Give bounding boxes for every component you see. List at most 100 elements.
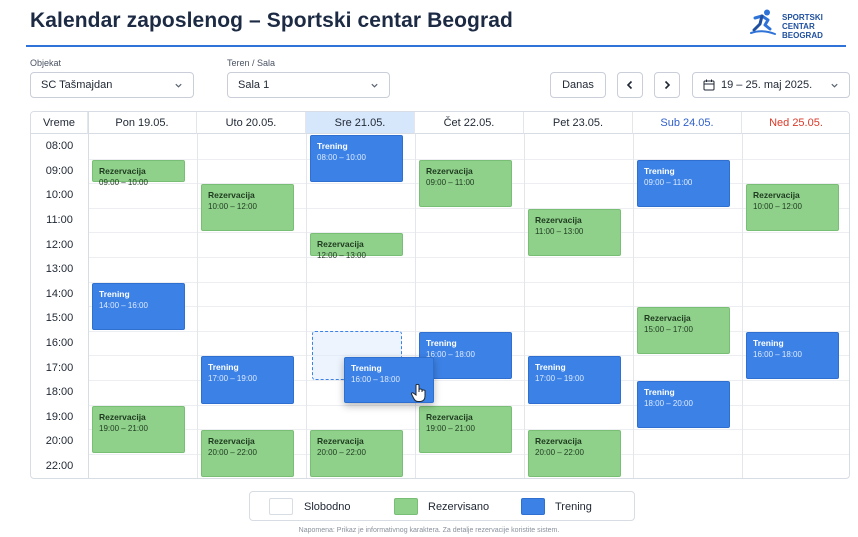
day-header[interactable]: Sre 21.05.: [306, 112, 415, 134]
event-time: 19:00 – 21:00: [99, 423, 148, 433]
reservation-event[interactable]: Rezervacija 11:00 – 13:00: [528, 208, 621, 256]
hour-label: 10:00: [45, 189, 74, 202]
runner-logo-icon: [750, 9, 776, 35]
time-column-divider: [88, 112, 89, 478]
event-time: 20:00 – 22:00: [208, 448, 257, 458]
legend-label-training: Trening: [555, 501, 592, 513]
reservation-event[interactable]: Rezervacija 10:00 – 12:00: [746, 184, 839, 232]
objekat-select[interactable]: SC Tašmajdan: [30, 72, 194, 98]
reservation-event[interactable]: Rezervacija 19:00 – 21:00: [419, 405, 512, 453]
legend-swatch-training: [521, 498, 545, 515]
event-time: 12:00 – 13:00: [317, 251, 366, 261]
event-time: 15:00 – 17:00: [644, 325, 693, 335]
logo-line-1: SPORTSKI CENTAR: [782, 13, 823, 31]
calendar-icon: [703, 79, 715, 91]
event-title: Rezervacija: [208, 190, 255, 201]
event-title: Trening: [644, 165, 675, 176]
training-event[interactable]: Trening 08:00 – 10:00: [310, 135, 403, 183]
hour-label: 15:00: [45, 312, 74, 325]
day-column-divider: [742, 134, 743, 478]
event-title: Trening: [317, 141, 348, 151]
logo: SPORTSKI CENTAR BEOGRAD: [748, 8, 854, 40]
day-column-divider: [415, 134, 416, 478]
day-column-divider: [633, 134, 634, 478]
event-title: Rezervacija: [426, 165, 473, 176]
training-event[interactable]: Trening 17:00 – 19:00: [528, 356, 621, 404]
objekat-value: SC Tašmajdan: [41, 79, 113, 91]
hour-label: 12:00: [45, 238, 74, 251]
event-title: Trening: [208, 362, 239, 373]
event-time: 20:00 – 22:00: [535, 448, 584, 458]
chevron-down-icon: [831, 83, 838, 88]
hour-label: 22:00: [45, 460, 74, 473]
event-time: 09:00 – 10:00: [99, 177, 148, 187]
event-title: Trening: [426, 337, 457, 348]
reservation-event[interactable]: Rezervacija 12:00 – 13:00: [310, 233, 403, 260]
training-event[interactable]: Trening 17:00 – 19:00: [201, 356, 294, 404]
event-time: 11:00 – 13:00: [535, 226, 584, 236]
page-title: Kalendar zaposlenog – Sportski centar Be…: [30, 9, 513, 32]
hour-gridline: [88, 232, 849, 234]
title-divider: [26, 45, 846, 47]
reservation-event[interactable]: Rezervacija 20:00 – 22:00: [310, 430, 403, 478]
reservation-event[interactable]: Rezervacija 09:00 – 10:00: [92, 159, 185, 187]
day-header[interactable]: Uto 20.05.: [197, 112, 306, 134]
event-title: Rezervacija: [99, 165, 146, 176]
event-title: Trening: [644, 387, 675, 397]
event-title: Rezervacija: [535, 436, 582, 447]
hour-label: 08:00: [45, 140, 74, 153]
hour-label: 16:00: [45, 337, 74, 350]
today-button[interactable]: Danas: [550, 72, 606, 98]
training-event[interactable]: Trening 18:00 – 20:00: [637, 381, 730, 429]
training-event[interactable]: Trening 16:00 – 18:00: [746, 331, 839, 379]
day-column-divider: [306, 134, 307, 478]
event-time: 18:00 – 20:00: [644, 399, 693, 408]
teren-label: Teren / Sala: [227, 58, 276, 68]
legend: Slobodno Rezervisano Trening: [249, 491, 635, 521]
reservation-event[interactable]: Rezervacija 20:00 – 22:00: [201, 430, 294, 478]
hour-label: 20:00: [45, 435, 74, 448]
legend-swatch-reserved: [394, 498, 418, 515]
objekat-label: Objekat: [30, 58, 62, 68]
prev-week-button[interactable]: [617, 72, 643, 98]
day-header[interactable]: Ned 25.05.: [742, 112, 849, 134]
hour-label: 19:00: [45, 410, 74, 423]
day-header[interactable]: Pet 23.05.: [524, 112, 633, 134]
day-header[interactable]: Sub 24.05.: [633, 112, 742, 134]
reservation-event[interactable]: Rezervacija 15:00 – 17:00: [637, 307, 730, 355]
event-time: 19:00 – 21:00: [426, 423, 475, 433]
day-header[interactable]: Pon 19.05.: [88, 112, 197, 134]
week-calendar: Vreme Pon 19.05. Uto 20.05. Sre 21.05. Čet …: [30, 111, 850, 479]
training-event[interactable]: Trening 14:00 – 16:00: [92, 282, 185, 330]
event-time: 10:00 – 12:00: [753, 202, 802, 212]
hour-label: 18:00: [45, 386, 74, 399]
legend-swatch-free: [269, 498, 293, 515]
next-week-button[interactable]: [654, 72, 680, 98]
time-column-header: Vreme: [31, 112, 88, 134]
event-title: Trening: [535, 362, 566, 373]
event-title: Rezervacija: [99, 411, 146, 422]
event-time: 16:00 – 18:00: [426, 349, 475, 359]
reservation-event[interactable]: Rezervacija 19:00 – 21:00: [92, 405, 185, 453]
event-time: 14:00 – 16:00: [99, 300, 148, 310]
chevron-down-icon: [175, 83, 182, 88]
reservation-event[interactable]: Rezervacija 10:00 – 12:00: [201, 184, 294, 232]
event-title: Rezervacija: [317, 436, 364, 447]
teren-select[interactable]: Sala 1: [227, 72, 390, 98]
event-title: Rezervacija: [426, 411, 473, 422]
logo-text: SPORTSKI CENTAR BEOGRAD: [782, 13, 854, 40]
reservation-event[interactable]: Rezervacija 09:00 – 11:00: [419, 159, 512, 207]
date-range-picker[interactable]: 19 – 25. maj 2025.: [692, 72, 850, 98]
legend-label-reserved: Rezervisano: [428, 501, 490, 513]
training-event[interactable]: Trening 09:00 – 11:00: [637, 159, 730, 207]
teren-value: Sala 1: [238, 79, 270, 91]
day-column-divider: [197, 134, 198, 478]
hour-label: 13:00: [45, 263, 74, 276]
chevron-right-icon: [664, 80, 671, 90]
reservation-event[interactable]: Rezervacija 20:00 – 22:00: [528, 430, 621, 478]
event-title: Rezervacija: [317, 239, 364, 250]
event-time: 09:00 – 11:00: [426, 177, 475, 187]
day-header[interactable]: Čet 22.05.: [415, 112, 524, 134]
event-time: 17:00 – 19:00: [208, 374, 257, 384]
legend-label-free: Slobodno: [304, 501, 351, 513]
